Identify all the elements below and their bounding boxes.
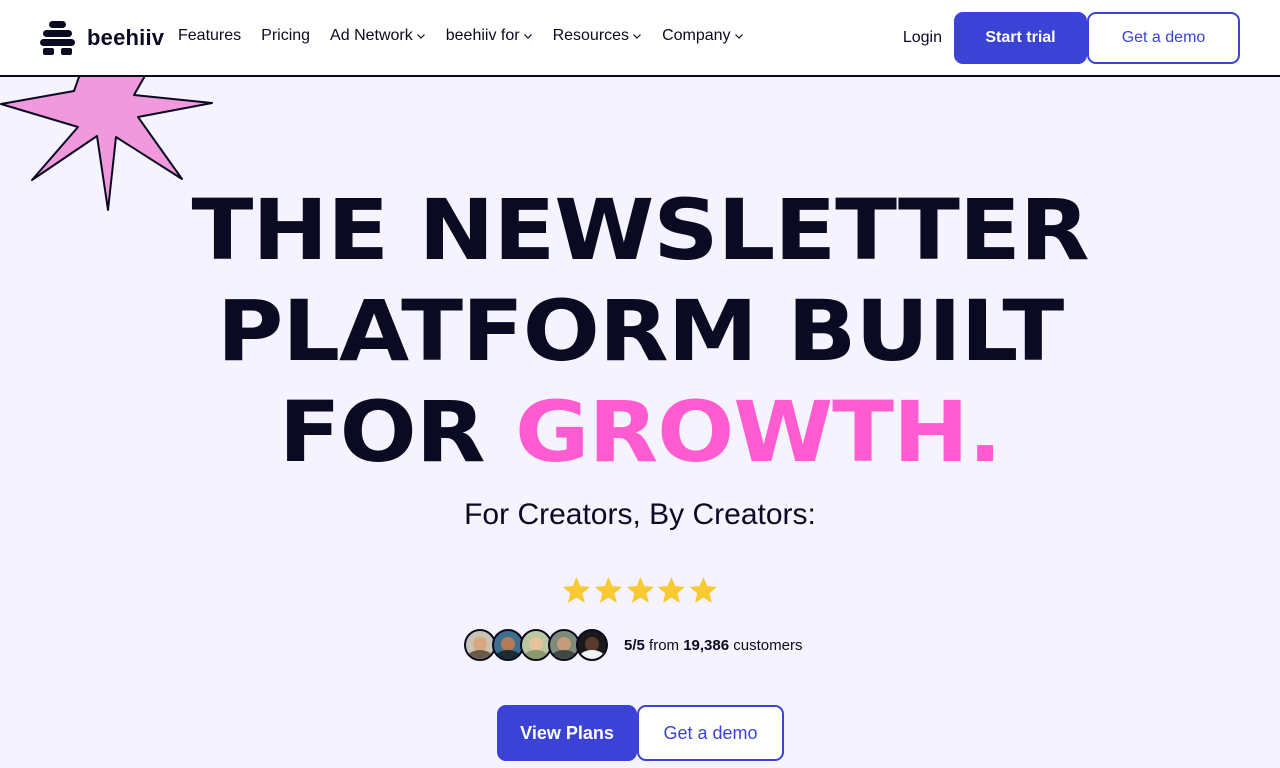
star-icon [626, 577, 654, 603]
nav-item-label: beehiiv for [445, 27, 520, 44]
nav-item-label: Company [662, 27, 731, 44]
avatar-group [464, 629, 608, 661]
login-link[interactable]: Login [903, 29, 942, 47]
hero-cta: View Plans Get a demo [497, 705, 784, 761]
hero-subhead: For Creators, By Creators: [464, 498, 816, 531]
customers-label: customers [733, 636, 803, 654]
headline-line-3-prefix: FOR [278, 383, 515, 481]
chevron-down-icon [734, 34, 743, 39]
nav-item-label: Resources [552, 27, 630, 44]
rating-summary: 5/5 from 19,386 customers [624, 637, 802, 654]
chevron-down-icon [523, 34, 532, 39]
nav-links: Features Pricing Ad Network beehiiv for … [178, 27, 744, 45]
star-icon [689, 577, 718, 603]
beehive-icon [40, 21, 75, 55]
get-demo-button[interactable]: Get a demo [1087, 12, 1240, 64]
nav-actions: Login Start trial Get a demo [903, 12, 1240, 64]
nav-item-company[interactable]: Company [662, 27, 743, 45]
customer-rating: 5/5 from 19,386 customers [464, 628, 802, 662]
chevron-down-icon [633, 34, 641, 39]
chevron-down-icon [416, 34, 425, 39]
star-icon [594, 577, 622, 603]
avatar [576, 629, 608, 661]
nav-item-label: Features [178, 27, 242, 44]
nav-item-label: Ad Network [330, 27, 413, 44]
brand-logo[interactable]: beehiiv [40, 20, 164, 55]
nav-item-resources[interactable]: Resources [553, 27, 642, 45]
start-trial-button[interactable]: Start trial [954, 12, 1087, 64]
headline-line-1: THE NEWSLETTER [191, 181, 1089, 279]
star-icon [658, 577, 686, 603]
hero-get-demo-button[interactable]: Get a demo [637, 705, 784, 761]
top-nav: beehiiv Features Pricing Ad Network beeh… [0, 0, 1280, 77]
nav-item-ad-network[interactable]: Ad Network [330, 27, 426, 45]
rating-score: 5/5 [624, 636, 645, 654]
customer-count: 19,386 [683, 636, 730, 654]
star-icon [562, 577, 591, 603]
nav-item-pricing[interactable]: Pricing [261, 27, 310, 45]
nav-item-beehiiv-for[interactable]: beehiiv for [446, 27, 533, 45]
brand-name: beehiiv [87, 24, 165, 50]
view-plans-button[interactable]: View Plans [497, 705, 637, 761]
headline-accent: GROWTH. [514, 383, 1002, 481]
nav-item-features[interactable]: Features [178, 27, 241, 45]
headline-line-2: PLATFORM BUILT [216, 282, 1064, 380]
rating-from-label: from [649, 636, 680, 654]
hero-headline: THE NEWSLETTER PLATFORM BUILT FOR GROWTH… [0, 180, 1280, 483]
star-rating [561, 575, 719, 607]
nav-item-label: Pricing [261, 27, 311, 44]
